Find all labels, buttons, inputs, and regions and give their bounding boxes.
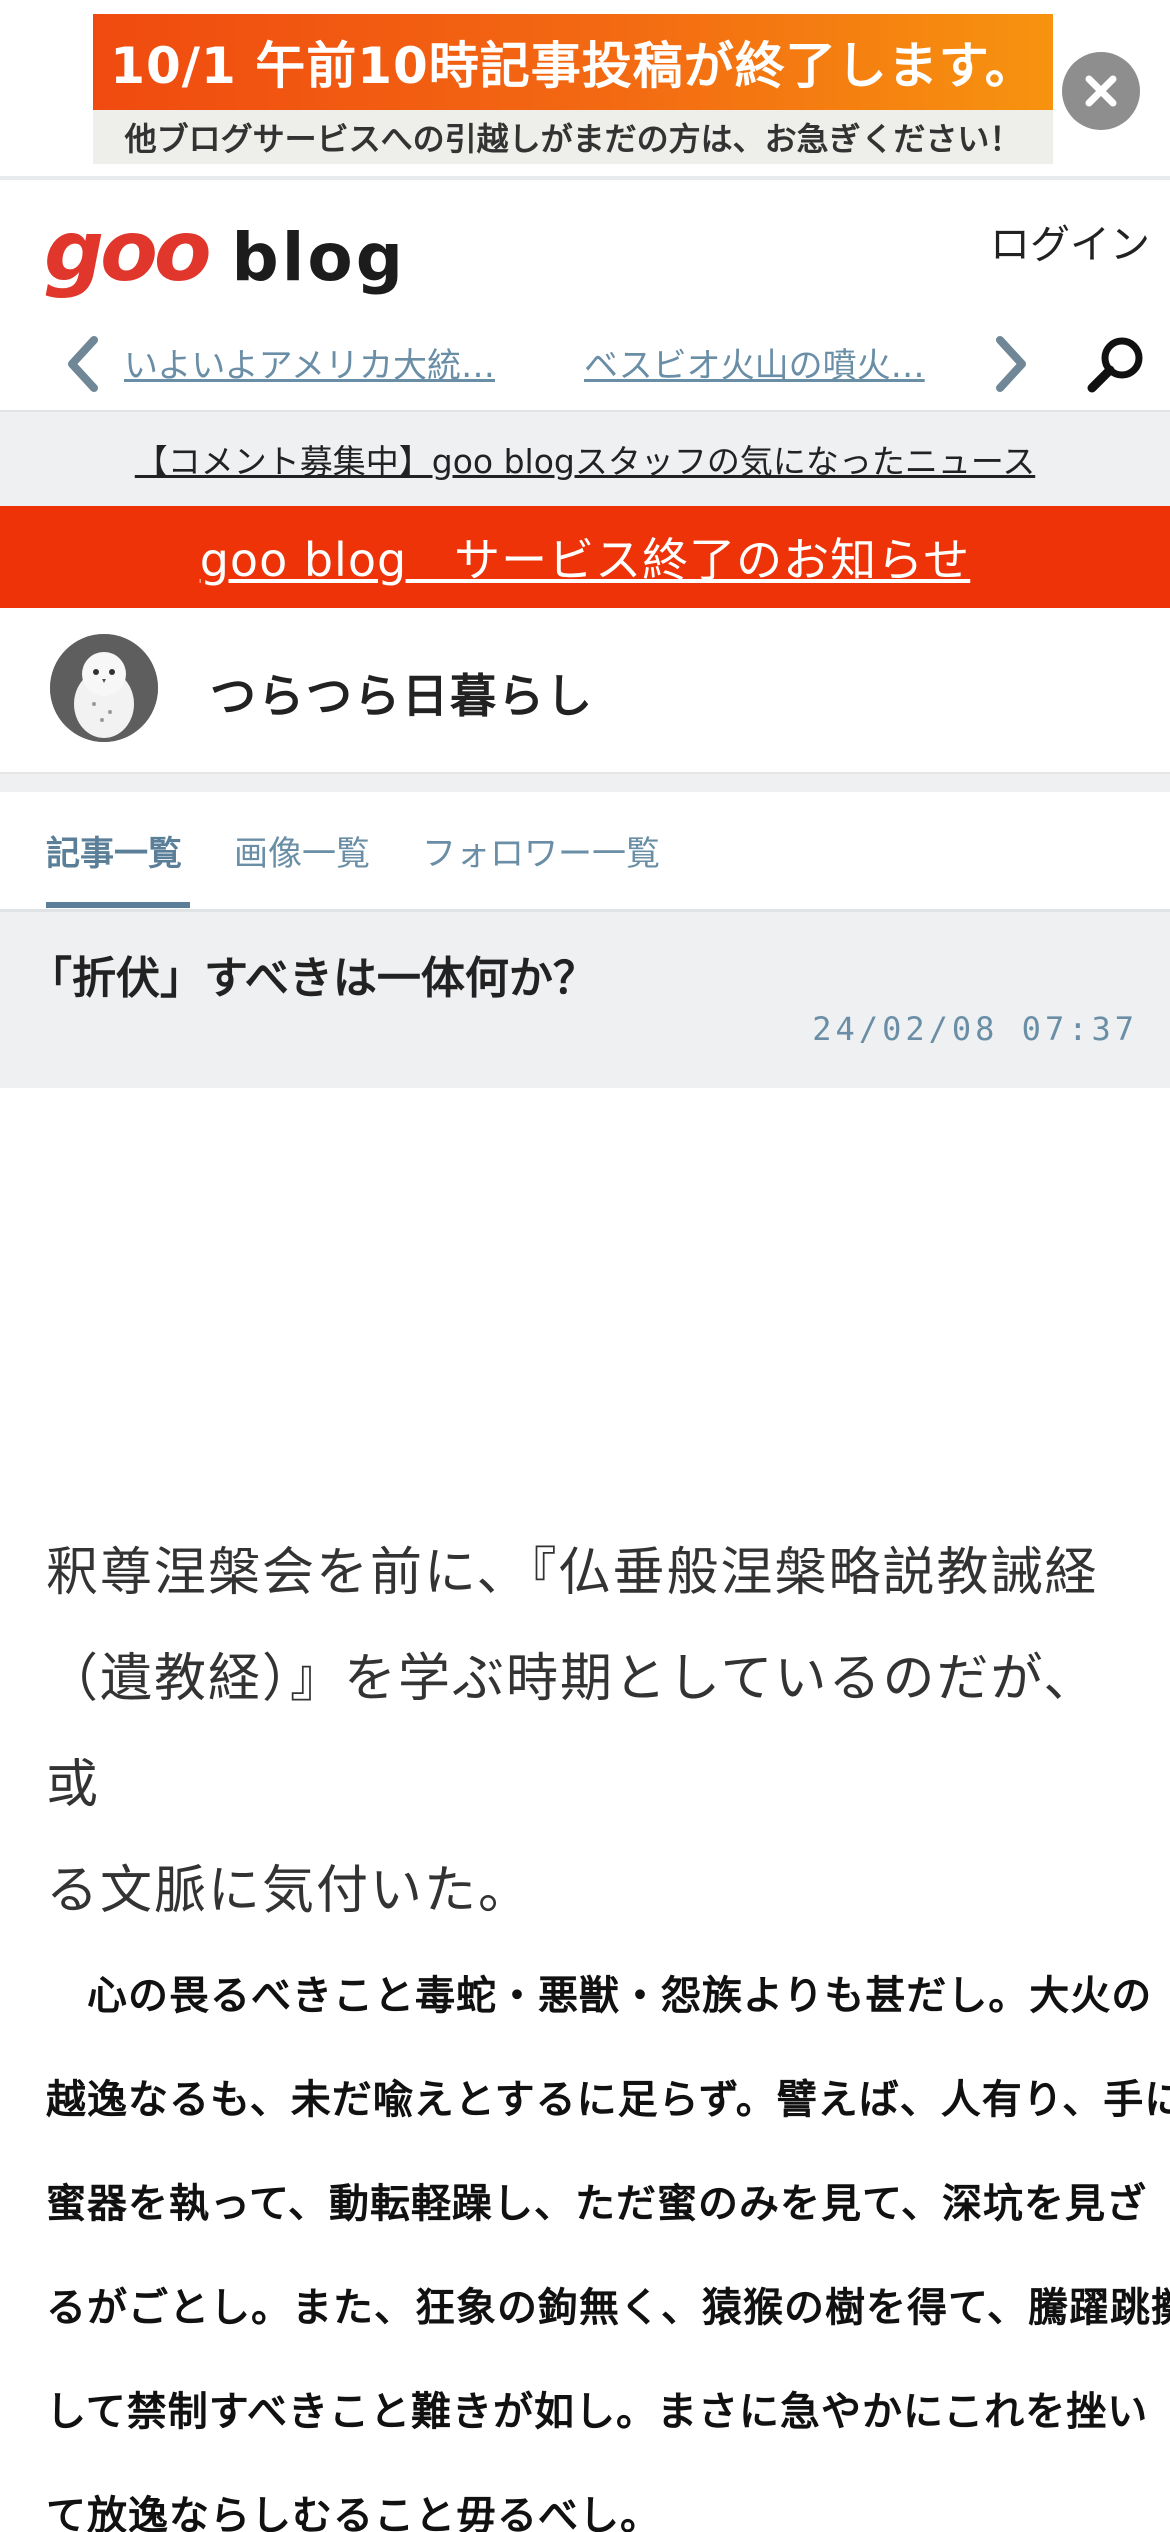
article-intro: 釈尊涅槃会を前に、『仏垂般涅槃略説教誡経 （遺教経）』を学ぶ時期としているのだが… <box>46 1520 1126 1944</box>
article-title[interactable]: 「折伏」すべきは一体何か？ <box>28 942 597 1006</box>
service-end-notice-link[interactable]: goo blog サービス終了のお知らせ <box>200 524 971 590</box>
top-banner-area: 10/1 午前10時記事投稿が終了します。 他ブログサービスへの引越しがまだの方… <box>0 0 1170 180</box>
quote-line: るがごとし。また、狂象の鉤無く、猿猴の樹を得て、騰躍跳擲 <box>46 2285 1170 2331</box>
news-link-1[interactable]: いよいよアメリカ大統… <box>124 338 496 387</box>
quote-line: て放逸ならしむること毋るべし。 <box>46 2493 661 2532</box>
chevron-left-icon <box>68 336 98 392</box>
service-end-notice[interactable]: goo blog サービス終了のお知らせ <box>0 506 1170 608</box>
comment-news-link[interactable]: 【コメント募集中】goo blogスタッフの気になったニュース <box>135 435 1035 483</box>
blog-name[interactable]: つらつら日暮らし <box>210 660 594 726</box>
banner-subline: 他ブログサービスへの引越しがまだの方は、お急ぎください！ <box>93 110 1053 164</box>
banner-close-button[interactable] <box>1062 52 1140 130</box>
service-end-banner[interactable]: 10/1 午前10時記事投稿が終了します。 他ブログサービスへの引越しがまだの方… <box>93 14 1053 164</box>
tab-images[interactable]: 画像一覧 <box>234 826 370 875</box>
prev-news-button[interactable] <box>60 334 110 394</box>
blog-header: つらつら日暮らし <box>0 608 1170 774</box>
logo-goo-text: goo <box>44 202 212 300</box>
quote-line: 蜜器を執って、動転軽躁し、ただ蜜のみを見て、深坑を見ざ <box>46 2181 1147 2227</box>
goo-blog-logo[interactable]: goo blog <box>44 202 406 300</box>
intro-line: （遺教経）』を学ぶ時期としているのだが、或 <box>46 1649 1098 1815</box>
banner-headline: 10/1 午前10時記事投稿が終了します。 <box>93 14 1053 110</box>
blog-tabs: 記事一覧 画像一覧 フォロワー一覧 <box>0 792 1170 912</box>
news-link-2[interactable]: ベスビオ火山の噴火… <box>584 338 942 387</box>
search-button[interactable] <box>1084 332 1148 396</box>
logo-blog-text: blog <box>231 219 407 296</box>
search-icon <box>1087 337 1143 393</box>
intro-line: る文脈に気付いた。 <box>46 1861 533 1921</box>
close-icon <box>1085 75 1117 107</box>
login-link[interactable]: ログイン <box>990 212 1150 270</box>
active-tab-indicator <box>46 902 190 908</box>
chevron-right-icon <box>996 336 1026 392</box>
site-header: goo blog ログイン いよいよアメリカ大統… ベスビオ火山の噴火… <box>0 184 1170 410</box>
tab-followers[interactable]: フォロワー一覧 <box>422 826 660 875</box>
article-header: 「折伏」すべきは一体何か？ 24/02/08 07:37 <box>0 912 1170 1088</box>
next-news-button[interactable] <box>986 334 1036 394</box>
quote-line: 心の畏るべきこと毒蛇・悪獣・怨族よりも甚だし。大火の <box>46 1973 1153 2019</box>
comment-news-strip[interactable]: 【コメント募集中】goo blogスタッフの気になったニュース <box>0 410 1170 506</box>
section-divider <box>0 774 1170 792</box>
tab-articles[interactable]: 記事一覧 <box>46 826 182 875</box>
avatar[interactable] <box>50 634 158 742</box>
sutra-quote: 心の畏るべきこと毒蛇・悪獣・怨族よりも甚だし。大火の 越逸なるも、未だ喩えとする… <box>46 1944 1170 2532</box>
news-ticker: いよいよアメリカ大統… ベスビオ火山の噴火… <box>0 314 1170 410</box>
quote-line: して禁制すべきこと難きが如し。まさに急やかにこれを挫い <box>46 2389 1149 2435</box>
quote-line: 越逸なるも、未だ喩えとするに足らず。譬えば、人有り、手に <box>46 2077 1170 2123</box>
intro-line: 釈尊涅槃会を前に、『仏垂般涅槃略説教誡経 <box>46 1543 1099 1603</box>
owl-avatar-icon <box>50 634 158 742</box>
article-date: 24/02/08 07:37 <box>812 1010 1138 1048</box>
